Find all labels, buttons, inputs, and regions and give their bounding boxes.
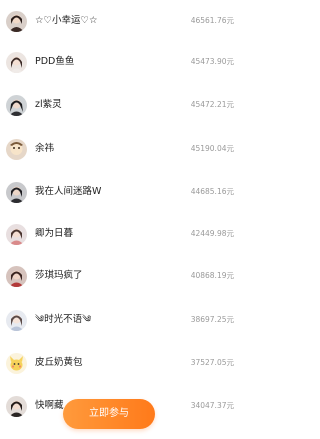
earned-amount: 45473.90元 [190, 57, 234, 66]
earned-amount: 45190.04元 [190, 144, 234, 153]
earned-amount: 38697.25元 [190, 315, 234, 324]
user-name: ༄时光不语༄ [35, 314, 92, 325]
earned-amount: 46561.76元 [190, 16, 234, 25]
avatar [6, 139, 27, 160]
user-name: zl紫灵 [35, 99, 62, 110]
user-name: 卿为日暮 [35, 228, 74, 239]
user-name: 我在人间迷路W [35, 186, 102, 197]
list-item: 我在人间迷路W 44685.16元 [0, 178, 253, 208]
user-name: 皮丘奶黄包 [35, 357, 83, 368]
user-name: 莎琪玛疯了 [35, 270, 83, 281]
list-item: ༄时光不语༄ 38697.25元 [0, 306, 253, 336]
user-name: 余祎 [35, 143, 55, 154]
avatar [6, 396, 27, 417]
avatar [6, 353, 27, 374]
list-item: 皮丘奶黄包 37527.05元 [0, 349, 253, 379]
avatar [6, 310, 27, 331]
list-item: PDD鱼鱼 45473.90元 [0, 48, 253, 78]
list-item: zl紫灵 45472.21元 [0, 91, 253, 121]
join-now-button[interactable]: 立即参与 [63, 399, 155, 429]
earned-amount: 45472.21元 [190, 100, 234, 109]
avatar [6, 224, 27, 245]
earned-amount: 34047.37元 [190, 401, 234, 410]
list-item: 卿为日暮 42449.98元 [0, 220, 253, 250]
earned-amount: 40868.19元 [190, 271, 234, 280]
user-name: 快啊藏 [35, 400, 64, 411]
avatar [6, 266, 27, 287]
avatar [6, 95, 27, 116]
avatar [6, 182, 27, 203]
list-item: 余祎 45190.04元 [0, 135, 253, 165]
earned-amount: 44685.16元 [190, 187, 234, 196]
list-item: ☆♡小幸运♡☆ 46561.76元 [0, 7, 253, 37]
avatar [6, 52, 27, 73]
user-name: PDD鱼鱼 [35, 56, 75, 67]
list-item: 莎琪玛疯了 40868.19元 [0, 262, 253, 292]
avatar [6, 11, 27, 32]
earned-amount: 37527.05元 [190, 358, 234, 367]
earned-amount: 42449.98元 [190, 229, 234, 238]
user-name: ☆♡小幸运♡☆ [35, 15, 98, 26]
